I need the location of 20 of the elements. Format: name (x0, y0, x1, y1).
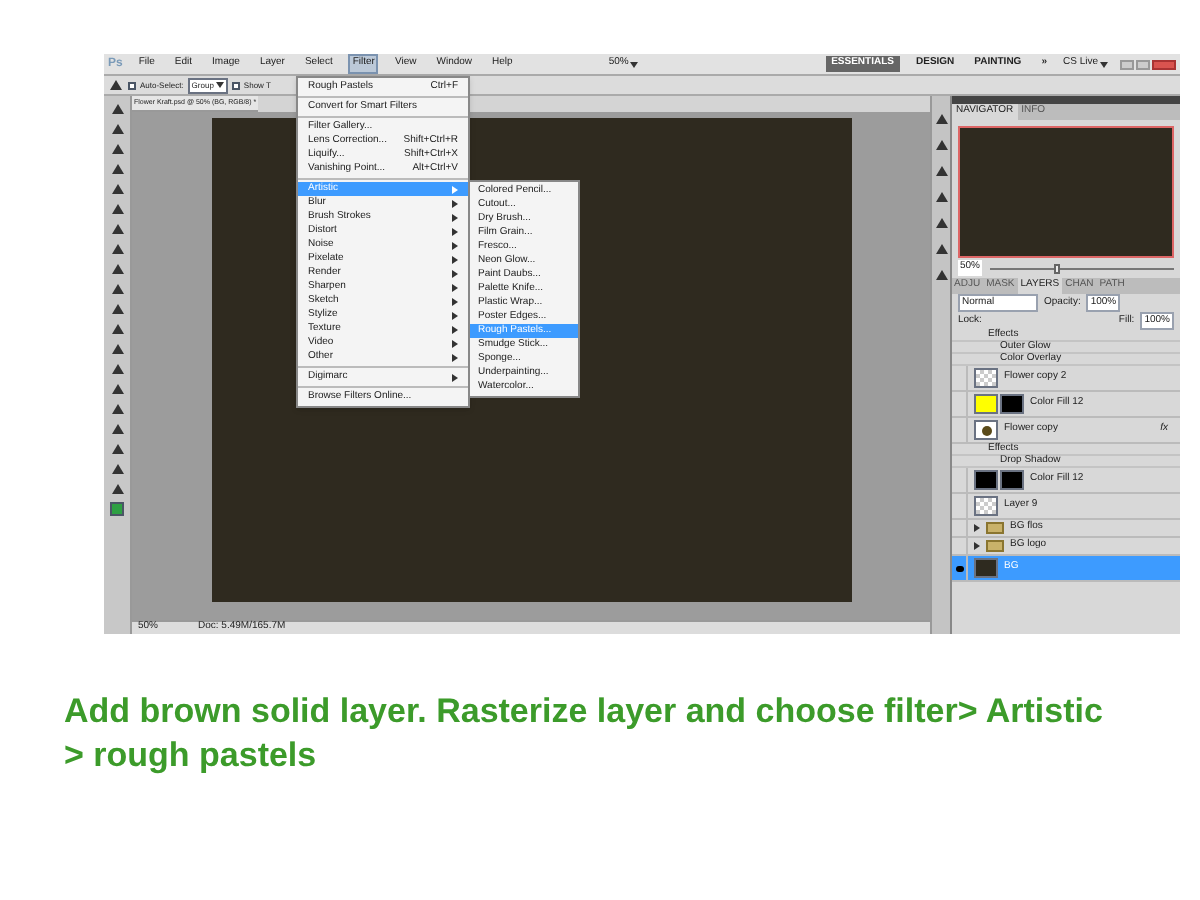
flower-thumbnail (974, 420, 998, 440)
color-swatch[interactable] (110, 502, 124, 516)
caret-icon (215, 82, 224, 88)
close-button[interactable] (1152, 59, 1176, 69)
caret-icon (1100, 61, 1108, 67)
transparent-thumbnail (974, 368, 998, 388)
checkbox[interactable] (128, 81, 136, 89)
zoom-slider-thumb[interactable] (1054, 263, 1061, 273)
expand-arrow-icon (974, 524, 980, 532)
expand-arrow-icon (974, 542, 980, 550)
solid-thumbnail (974, 558, 998, 578)
transparent-thumbnail (974, 496, 998, 516)
caption-text: Add brown solid layer. Rasterize layer and choose filter> Artistic > rough pastels (64, 690, 1105, 778)
checkbox[interactable] (231, 81, 240, 89)
mask-thumbnail (1000, 470, 1024, 490)
visibility-toggle[interactable] (952, 556, 968, 580)
eye-icon (955, 565, 963, 571)
caret-icon (630, 61, 639, 67)
submenu-arrow-icon (452, 374, 458, 382)
mask-thumbnail (1000, 394, 1024, 414)
